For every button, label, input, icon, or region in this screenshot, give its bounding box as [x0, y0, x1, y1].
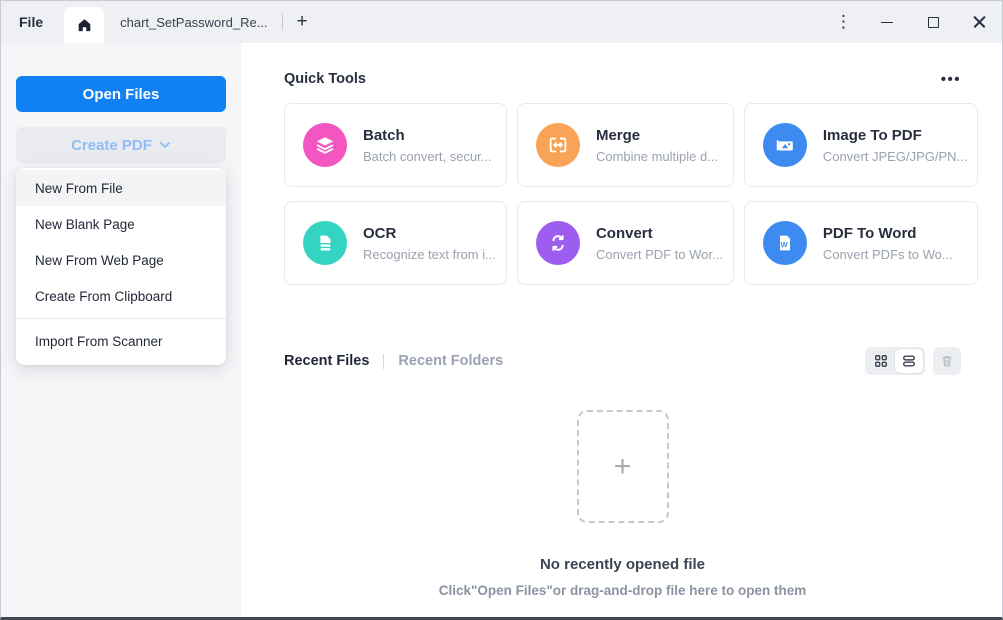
menu-item-import-from-scanner[interactable]: Import From Scanner [16, 323, 226, 359]
quick-tools-grid: Batch Batch convert, secur... Merge Comb… [284, 103, 979, 285]
chevron-down-icon [159, 139, 171, 151]
tool-subtitle: Convert JPEG/JPG/PN... [822, 148, 968, 164]
recent-section-header: Recent Files Recent Folders [284, 347, 961, 375]
merge-icon [535, 123, 580, 167]
open-files-button[interactable]: Open Files [16, 76, 226, 112]
minimize-icon [881, 21, 893, 23]
menu-item-new-from-web-page[interactable]: New From Web Page [16, 242, 226, 278]
tool-title: Convert [595, 224, 653, 242]
quick-tools-title: Quick Tools [284, 71, 366, 87]
trash-icon [940, 354, 954, 368]
tool-title: Merge [595, 126, 641, 144]
app-window: File chart_SetPassword_Re... + ⋮ Open Fi… [0, 0, 1003, 620]
minimize-button[interactable] [864, 1, 910, 43]
list-view-button[interactable] [895, 349, 923, 373]
menu-item-create-from-clipboard[interactable]: Create From Clipboard [16, 278, 226, 314]
tool-title: OCR [363, 224, 397, 242]
tool-card-merge[interactable]: Merge Combine multiple d... [516, 103, 734, 187]
file-menu[interactable]: File [19, 14, 43, 30]
create-pdf-dropdown: New From File New Blank Page New From We… [16, 168, 226, 365]
menu-divider [16, 318, 226, 319]
tool-title: Batch [363, 126, 405, 144]
tool-card-image-to-pdf[interactable]: Image To PDF Convert JPEG/JPG/PN... [743, 103, 979, 187]
tool-card-ocr[interactable]: OCR Recognize text from i... [284, 201, 507, 285]
new-tab-button[interactable]: + [283, 11, 322, 33]
batch-icon [303, 123, 347, 167]
close-icon [973, 16, 986, 29]
recent-tabs-divider [383, 353, 385, 369]
tab-recent-folders[interactable]: Recent Folders [398, 353, 503, 369]
empty-state-title: No recently opened file [539, 556, 706, 573]
home-icon [76, 17, 93, 34]
more-tools-button[interactable]: ••• [941, 72, 961, 87]
sidebar: Open Files Create PDF New From File New … [1, 43, 241, 617]
tool-subtitle: Convert PDFs to Wo... [822, 246, 953, 262]
tool-subtitle: Recognize text from i... [363, 246, 496, 262]
maximize-icon [927, 16, 939, 28]
grid-view-button[interactable] [867, 349, 895, 373]
tool-card-convert[interactable]: Convert Convert PDF to Wor... [516, 201, 734, 285]
tool-card-batch[interactable]: Batch Batch convert, secur... [284, 103, 507, 187]
create-pdf-button[interactable]: Create PDF [16, 127, 226, 163]
svg-text:W: W [780, 240, 787, 249]
file-dropzone[interactable]: + [576, 410, 669, 523]
overflow-menu-icon[interactable]: ⋮ [823, 12, 864, 32]
delete-recent-button[interactable] [933, 347, 961, 375]
view-toggle-group [865, 347, 925, 375]
tool-subtitle: Convert PDF to Wor... [595, 246, 723, 262]
pdf-to-word-icon: W [762, 221, 807, 265]
tool-card-pdf-to-word[interactable]: W PDF To Word Convert PDFs to Wo... [743, 201, 979, 285]
convert-icon [535, 221, 580, 265]
tab-recent-files[interactable]: Recent Files [284, 353, 369, 369]
create-pdf-label: Create PDF [71, 136, 152, 154]
plus-icon: + [613, 449, 632, 483]
menu-item-new-from-file[interactable]: New From File [16, 170, 226, 206]
menu-item-new-blank-page[interactable]: New Blank Page [16, 206, 226, 242]
tool-subtitle: Combine multiple d... [595, 148, 719, 164]
close-button[interactable] [956, 1, 1002, 43]
tab-home[interactable] [64, 7, 105, 43]
titlebar: File chart_SetPassword_Re... + ⋮ [1, 1, 1002, 43]
main-panel: Quick Tools ••• Batch Batch convert, sec… [241, 43, 1002, 617]
tool-subtitle: Batch convert, secur... [363, 148, 492, 164]
ocr-icon [303, 221, 347, 265]
tool-title: PDF To Word [822, 224, 917, 242]
grid-view-icon [874, 354, 888, 368]
maximize-button[interactable] [910, 1, 956, 43]
list-view-icon [902, 354, 916, 368]
image-to-pdf-icon [762, 123, 807, 167]
tab-document-title: chart_SetPassword_Re... [120, 14, 268, 30]
tool-title: Image To PDF [822, 126, 922, 144]
tab-document[interactable]: chart_SetPassword_Re... [104, 1, 281, 43]
empty-state-hint: Click"Open Files"or drag-and-drop file h… [438, 583, 807, 598]
